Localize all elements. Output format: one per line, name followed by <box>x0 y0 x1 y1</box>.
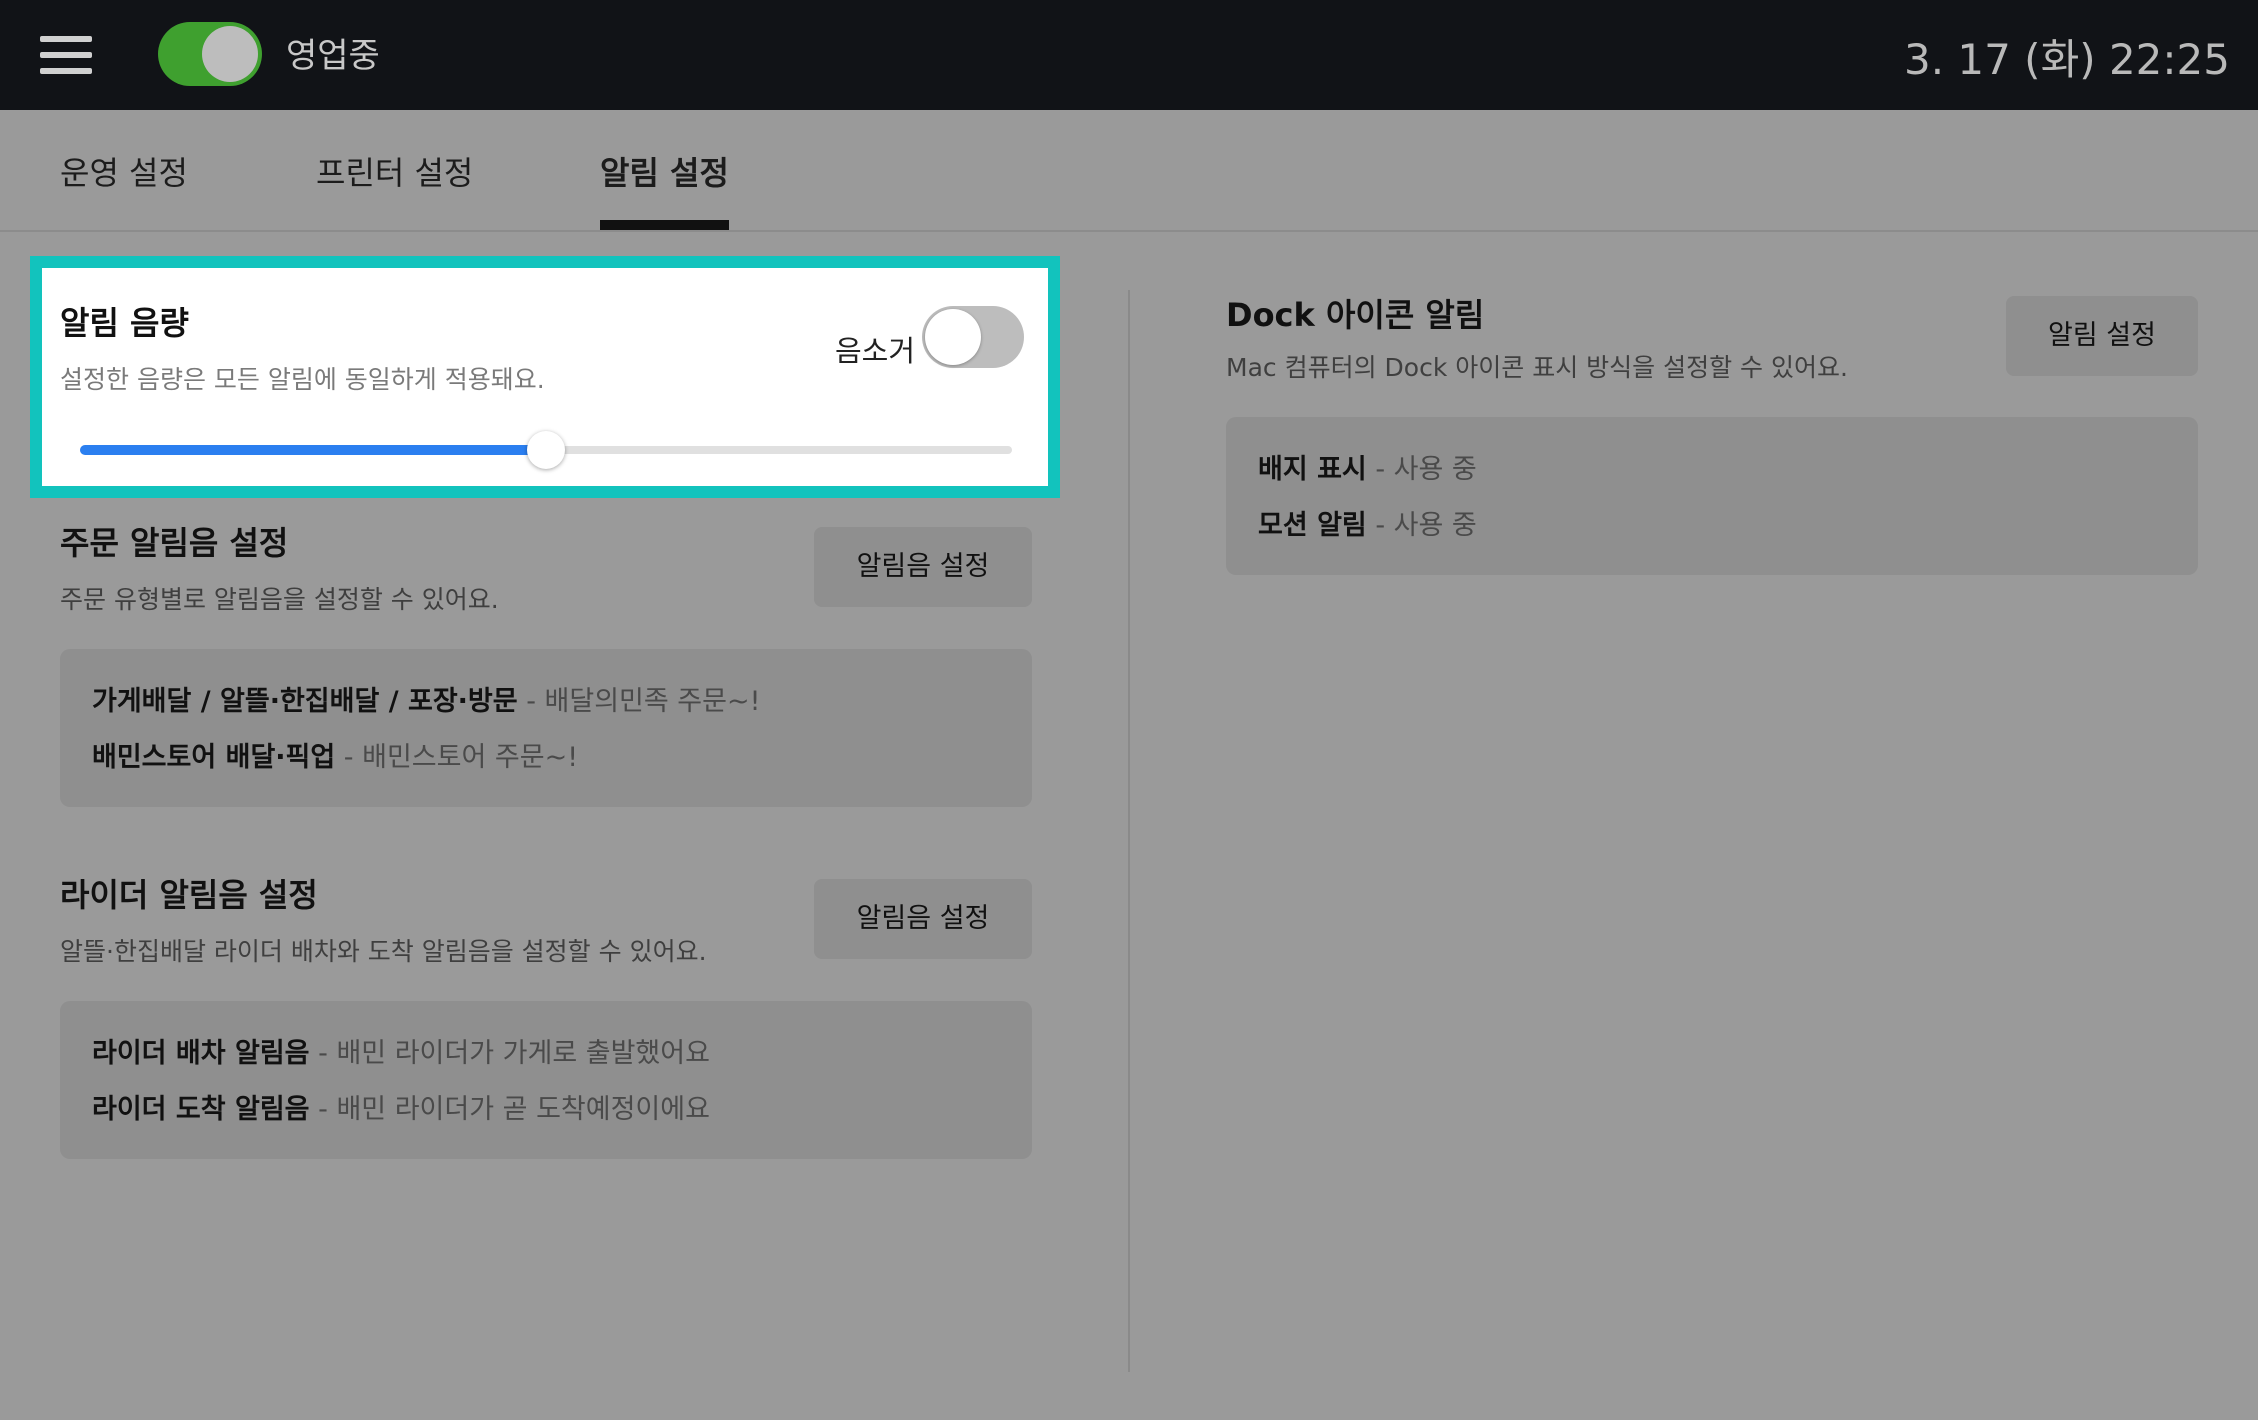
tab-printer-settings[interactable]: 프린터 설정 <box>316 148 473 194</box>
top-bar: 영업중 3. 17 (화) 22:25 <box>0 0 2258 110</box>
operating-toggle[interactable] <box>158 22 262 86</box>
toggle-knob <box>925 309 981 365</box>
tab-operation-settings[interactable]: 운영 설정 <box>60 148 188 194</box>
toggle-knob <box>202 26 258 82</box>
dock-info-box: 배지 표시 - 사용 중 모션 알림 - 사용 중 <box>1226 417 2198 575</box>
list-item: 라이더 배차 알림음 - 배민 라이더가 가게로 출발했어요 <box>92 1038 710 1069</box>
rider-sound-info-box: 라이더 배차 알림음 - 배민 라이더가 가게로 출발했어요 라이더 도착 알림… <box>60 1001 1032 1159</box>
mute-label: 음소거 <box>835 334 916 368</box>
order-sound-settings-button[interactable]: 알림음 설정 <box>814 527 1032 607</box>
list-item: 배민스토어 배달·픽업 - 배민스토어 주문~! <box>92 742 579 773</box>
list-item: 배지 표시 - 사용 중 <box>1258 454 1477 485</box>
tab-notification-settings[interactable]: 알림 설정 <box>600 148 729 194</box>
volume-subtitle: 설정한 음량은 모든 알림에 동일하게 적용돼요. <box>60 365 545 394</box>
slider-thumb[interactable] <box>527 431 565 469</box>
order-sound-title: 주문 알림음 설정 <box>60 524 289 562</box>
datetime: 3. 17 (화) 22:25 <box>1903 35 2230 84</box>
dock-title: Dock 아이콘 알림 <box>1226 296 1485 334</box>
dock-subtitle: Mac 컴퓨터의 Dock 아이콘 표시 방식을 설정할 수 있어요. <box>1226 353 1848 382</box>
slider-fill <box>80 445 546 455</box>
mute-toggle[interactable] <box>922 306 1024 368</box>
list-item: 모션 알림 - 사용 중 <box>1258 510 1477 541</box>
list-item: 라이더 도착 알림음 - 배민 라이더가 곧 도착예정이에요 <box>92 1094 710 1125</box>
active-tab-indicator <box>600 220 729 230</box>
rider-sound-settings-button[interactable]: 알림음 설정 <box>814 879 1032 959</box>
column-divider <box>1128 290 1130 1372</box>
hamburger-menu-icon[interactable] <box>40 36 92 74</box>
notification-volume-card: 알림 음량 설정한 음량은 모든 알림에 동일하게 적용돼요. 음소거 <box>30 256 1060 498</box>
order-sound-subtitle: 주문 유형별로 알림음을 설정할 수 있어요. <box>60 585 499 614</box>
operating-status-label: 영업중 <box>286 36 380 76</box>
volume-title: 알림 음량 <box>60 304 189 342</box>
list-item: 가게배달 / 알뜰·한집배달 / 포장·방문 - 배달의민족 주문~! <box>92 686 761 717</box>
dock-settings-button[interactable]: 알림 설정 <box>2006 296 2198 376</box>
rider-sound-subtitle: 알뜰·한집배달 라이더 배차와 도착 알림음을 설정할 수 있어요. <box>60 937 707 966</box>
order-sound-info-box: 가게배달 / 알뜰·한집배달 / 포장·방문 - 배달의민족 주문~! 배민스토… <box>60 649 1032 807</box>
settings-tabs: 운영 설정 프린터 설정 알림 설정 <box>0 110 2258 232</box>
volume-slider[interactable] <box>80 430 1012 470</box>
rider-sound-title: 라이더 알림음 설정 <box>60 876 318 914</box>
